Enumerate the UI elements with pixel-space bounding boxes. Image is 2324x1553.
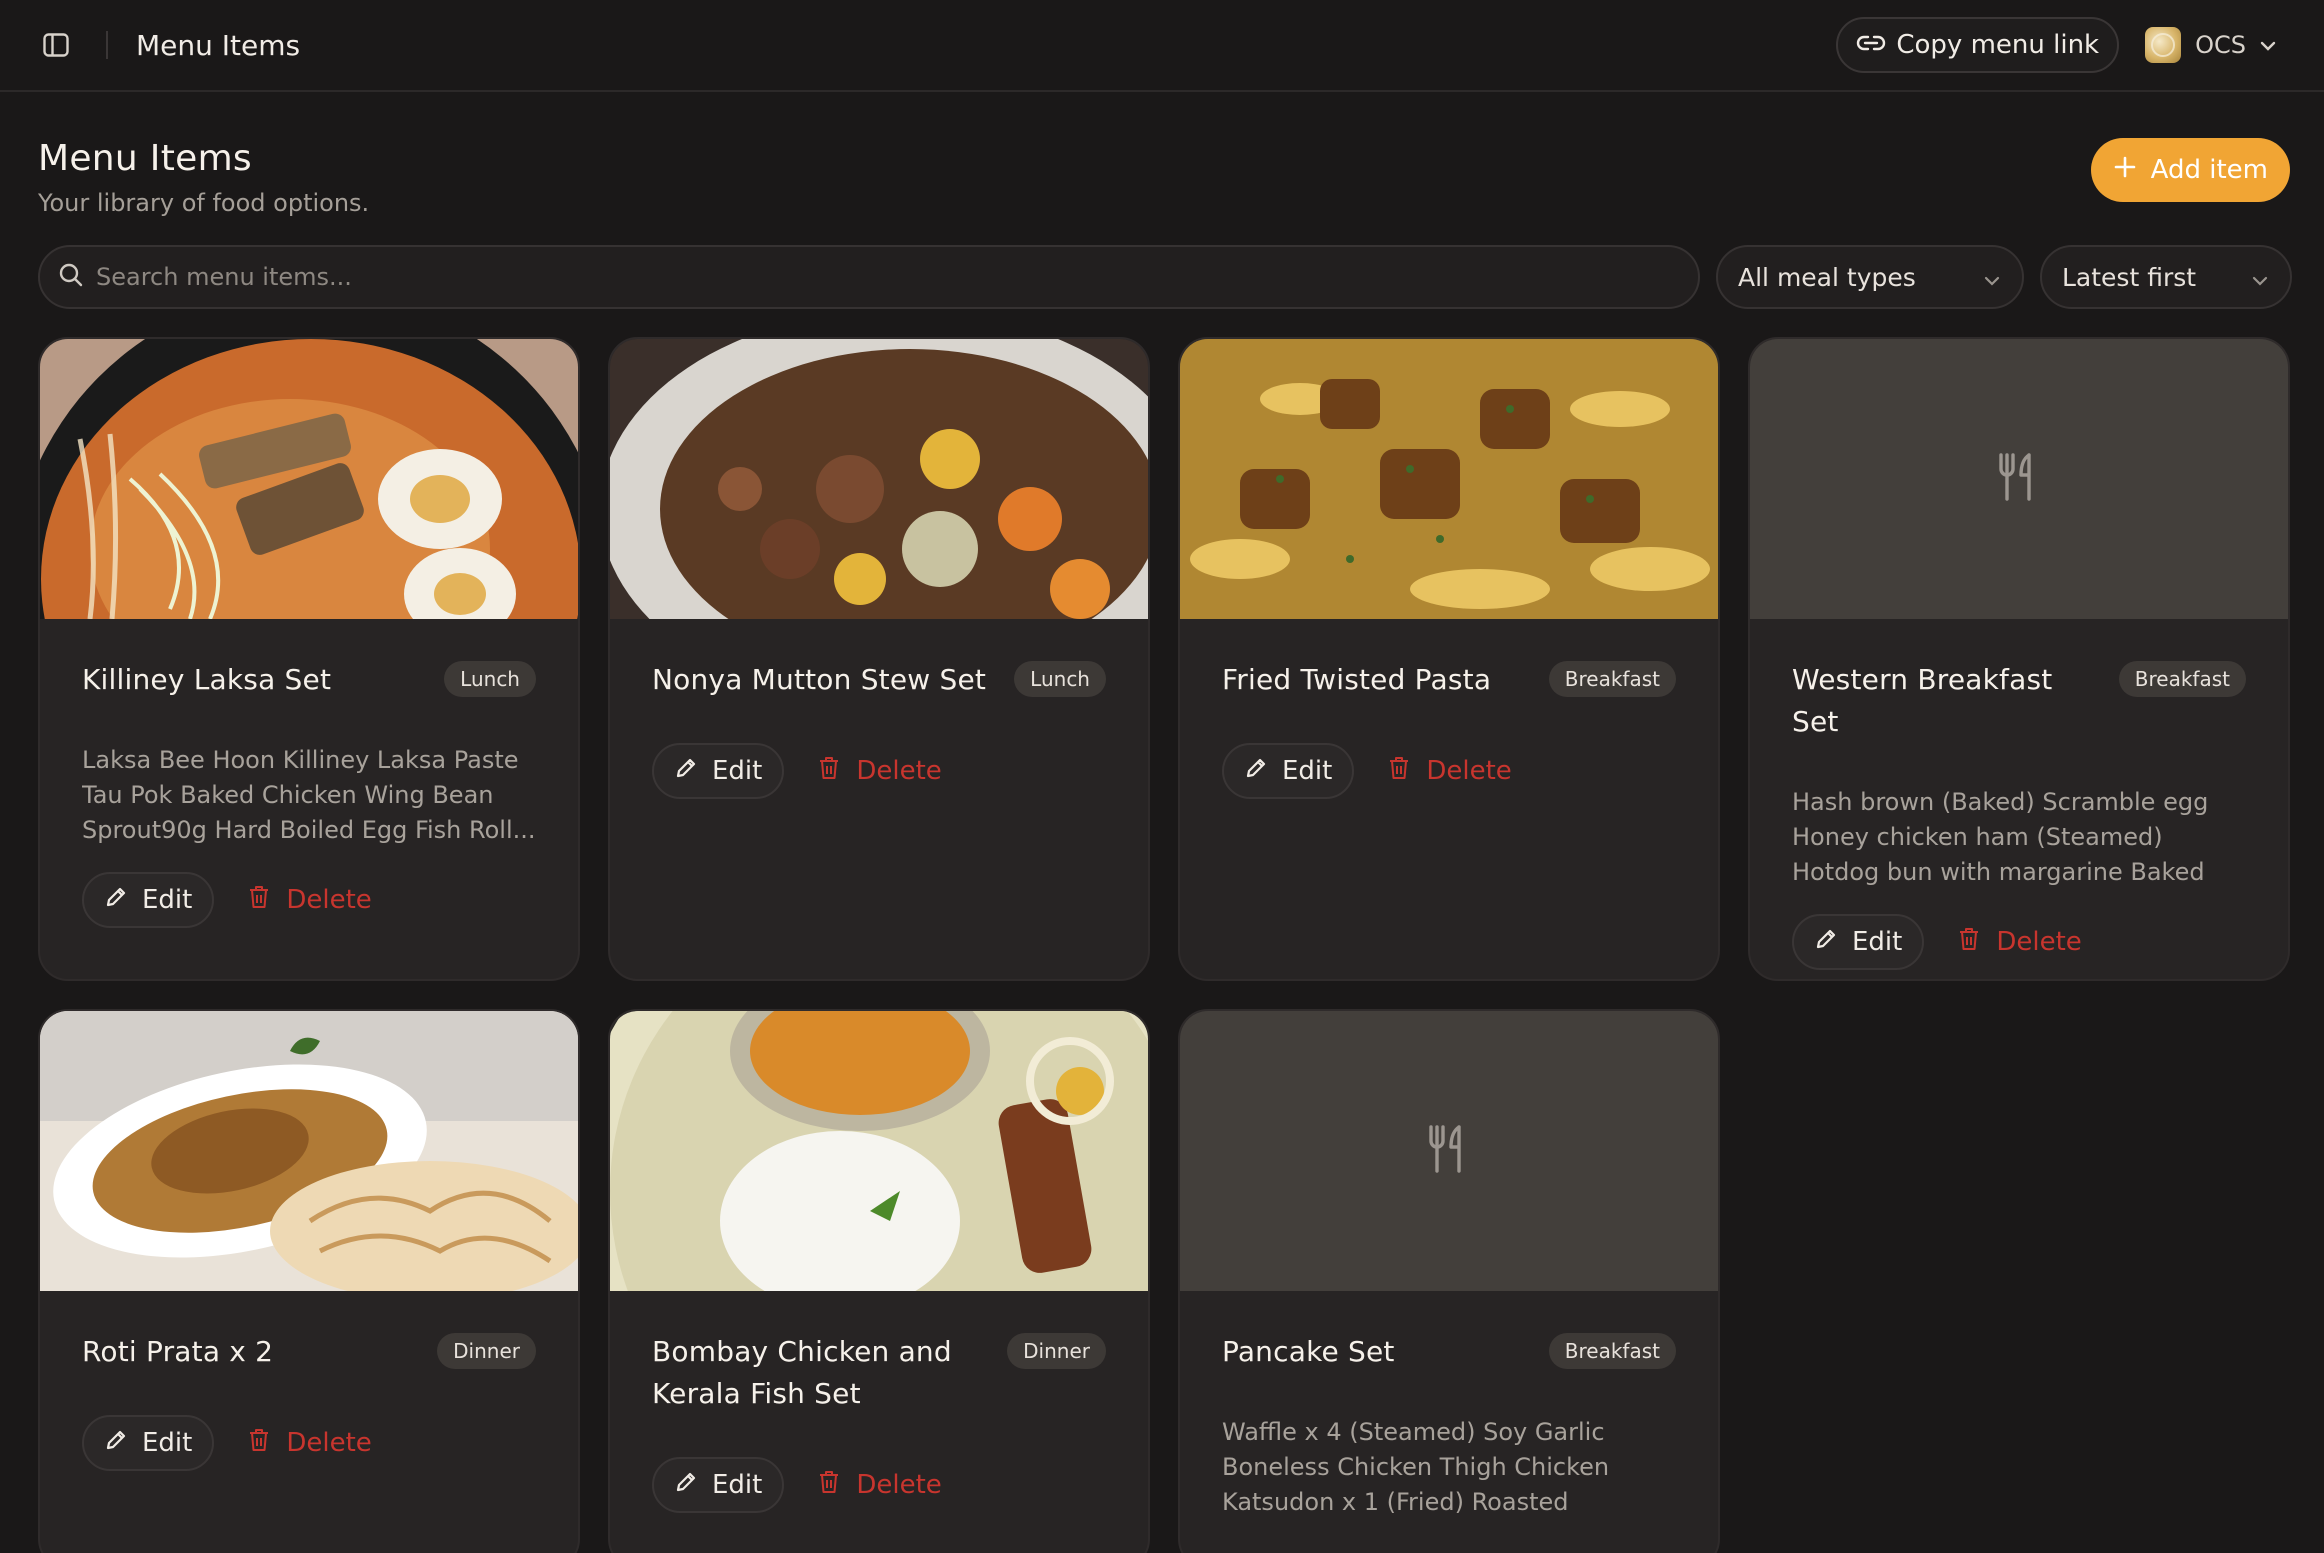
pencil-icon <box>674 1470 698 1501</box>
edit-label: Edit <box>142 885 193 915</box>
trash-icon <box>248 1428 270 1459</box>
edit-button[interactable]: Edit <box>652 743 785 799</box>
item-title: Nonya Mutton Stew Set <box>652 663 987 696</box>
menu-item-card: Bombay Chicken and Kerala Fish Set Dinne… <box>608 1009 1150 1553</box>
menu-item-card: Killiney Laksa Set Lunch Laksa Bee Hoon … <box>38 337 580 981</box>
page-subtitle: Your library of food options. <box>38 189 370 217</box>
sort-select[interactable]: Latest first <box>2040 245 2292 309</box>
menu-item-card: Pancake Set Breakfast Waffle x 4 (Steame… <box>1178 1009 1720 1553</box>
edit-button[interactable]: Edit <box>82 1415 215 1471</box>
trash-icon <box>1388 756 1410 787</box>
edit-button[interactable]: Edit <box>652 1457 785 1513</box>
pencil-icon <box>1244 756 1268 787</box>
trash-icon <box>818 756 840 787</box>
meal-type-badge: Dinner <box>437 1333 536 1369</box>
food-photo <box>40 1011 578 1291</box>
delete-label: Delete <box>1996 927 2082 957</box>
delete-label: Delete <box>286 1428 372 1458</box>
photo-placeholder <box>1180 1011 1718 1291</box>
user-name: OCS <box>2195 31 2246 59</box>
item-description: Laksa Bee Hoon Killiney Laksa Paste Tau … <box>82 746 536 844</box>
item-title: Roti Prata x 2 <box>82 1335 274 1368</box>
edit-label: Edit <box>712 756 763 786</box>
pencil-icon <box>1814 927 1838 958</box>
add-item-label: Add item <box>2150 155 2268 185</box>
link-icon <box>1856 30 1886 60</box>
utensils-icon <box>1997 453 2041 505</box>
delete-button[interactable]: Delete <box>818 756 942 787</box>
trash-icon <box>818 1470 840 1501</box>
trash-icon <box>1958 927 1980 958</box>
menu-item-card: Nonya Mutton Stew Set Lunch Edit Delete <box>608 337 1150 981</box>
meal-type-badge: Lunch <box>444 661 536 697</box>
item-title: Pancake Set <box>1222 1335 1395 1368</box>
copy-menu-link-button[interactable]: Copy menu link <box>1836 17 2120 73</box>
pencil-icon <box>104 1428 128 1459</box>
chevron-down-icon <box>2252 263 2268 292</box>
page-title: Menu Items <box>38 138 252 179</box>
delete-button[interactable]: Delete <box>248 1428 372 1459</box>
edit-label: Edit <box>712 1470 763 1500</box>
delete-button[interactable]: Delete <box>818 1470 942 1501</box>
photo-placeholder <box>1750 339 2288 619</box>
delete-button[interactable]: Delete <box>1388 756 1512 787</box>
utensils-icon <box>1427 1125 1471 1177</box>
item-title: Killiney Laksa Set <box>82 663 332 696</box>
meal-type-badge: Breakfast <box>2118 661 2246 697</box>
breadcrumb: Menu Items <box>136 28 301 62</box>
trash-icon <box>248 885 270 916</box>
sort-value: Latest first <box>2062 262 2197 292</box>
food-photo <box>610 339 1148 619</box>
avatar <box>2145 27 2182 63</box>
chevron-down-icon <box>2260 36 2276 55</box>
meal-type-badge: Dinner <box>1007 1333 1106 1369</box>
top-bar: Menu Items Copy menu link OCS <box>0 0 2324 92</box>
food-photo <box>1180 339 1718 619</box>
meal-type-badge: Breakfast <box>1548 1333 1676 1369</box>
plus-icon <box>2113 155 2137 186</box>
copy-menu-link-label: Copy menu link <box>1896 30 2100 60</box>
menu-item-card: Western Breakfast Set Breakfast Hash bro… <box>1748 337 2290 981</box>
filter-bar: All meal types Latest first <box>0 217 2324 309</box>
user-menu[interactable]: OCS <box>2145 27 2276 63</box>
edit-label: Edit <box>1282 756 1333 786</box>
item-description: Hash brown (Baked) Scramble egg Honey ch… <box>1792 788 2209 886</box>
menu-item-card: Fried Twisted Pasta Breakfast Edit Delet… <box>1178 337 1720 981</box>
meal-type-value: All meal types <box>1738 262 1916 292</box>
sidebar-toggle-icon[interactable] <box>40 29 72 61</box>
delete-label: Delete <box>286 885 372 915</box>
item-title: Bombay Chicken and Kerala Fish Set <box>652 1335 952 1410</box>
chevron-down-icon <box>1984 263 2000 292</box>
delete-button[interactable]: Delete <box>1958 927 2082 958</box>
item-description: Waffle x 4 (Steamed) Soy Garlic Boneless… <box>1222 1418 1610 1516</box>
edit-button[interactable]: Edit <box>82 872 215 928</box>
edit-button[interactable]: Edit <box>1792 914 1925 970</box>
meal-type-badge: Lunch <box>1014 661 1106 697</box>
search-input[interactable] <box>96 263 1680 291</box>
item-title: Fried Twisted Pasta <box>1222 663 1492 696</box>
item-title: Western Breakfast Set <box>1792 663 2053 738</box>
pencil-icon <box>674 756 698 787</box>
delete-label: Delete <box>856 1470 942 1500</box>
meal-type-badge: Breakfast <box>1548 661 1676 697</box>
delete-label: Delete <box>1426 756 1512 786</box>
food-photo <box>610 1011 1148 1291</box>
search-box <box>38 245 1700 309</box>
delete-label: Delete <box>856 756 942 786</box>
delete-button[interactable]: Delete <box>248 885 372 916</box>
search-icon <box>58 262 84 292</box>
add-item-button[interactable]: Add item <box>2090 138 2290 202</box>
page-header: Menu Items Your library of food options.… <box>0 92 2324 217</box>
menu-item-card: Roti Prata x 2 Dinner Edit Delete <box>38 1009 580 1553</box>
meal-type-select[interactable]: All meal types <box>1716 245 2024 309</box>
edit-button[interactable]: Edit <box>1222 743 1355 799</box>
menu-items-grid: Killiney Laksa Set Lunch Laksa Bee Hoon … <box>0 309 2324 1553</box>
pencil-icon <box>104 885 128 916</box>
edit-label: Edit <box>142 1428 193 1458</box>
edit-label: Edit <box>1852 927 1903 957</box>
food-photo <box>40 339 578 619</box>
topbar-divider <box>106 31 108 59</box>
